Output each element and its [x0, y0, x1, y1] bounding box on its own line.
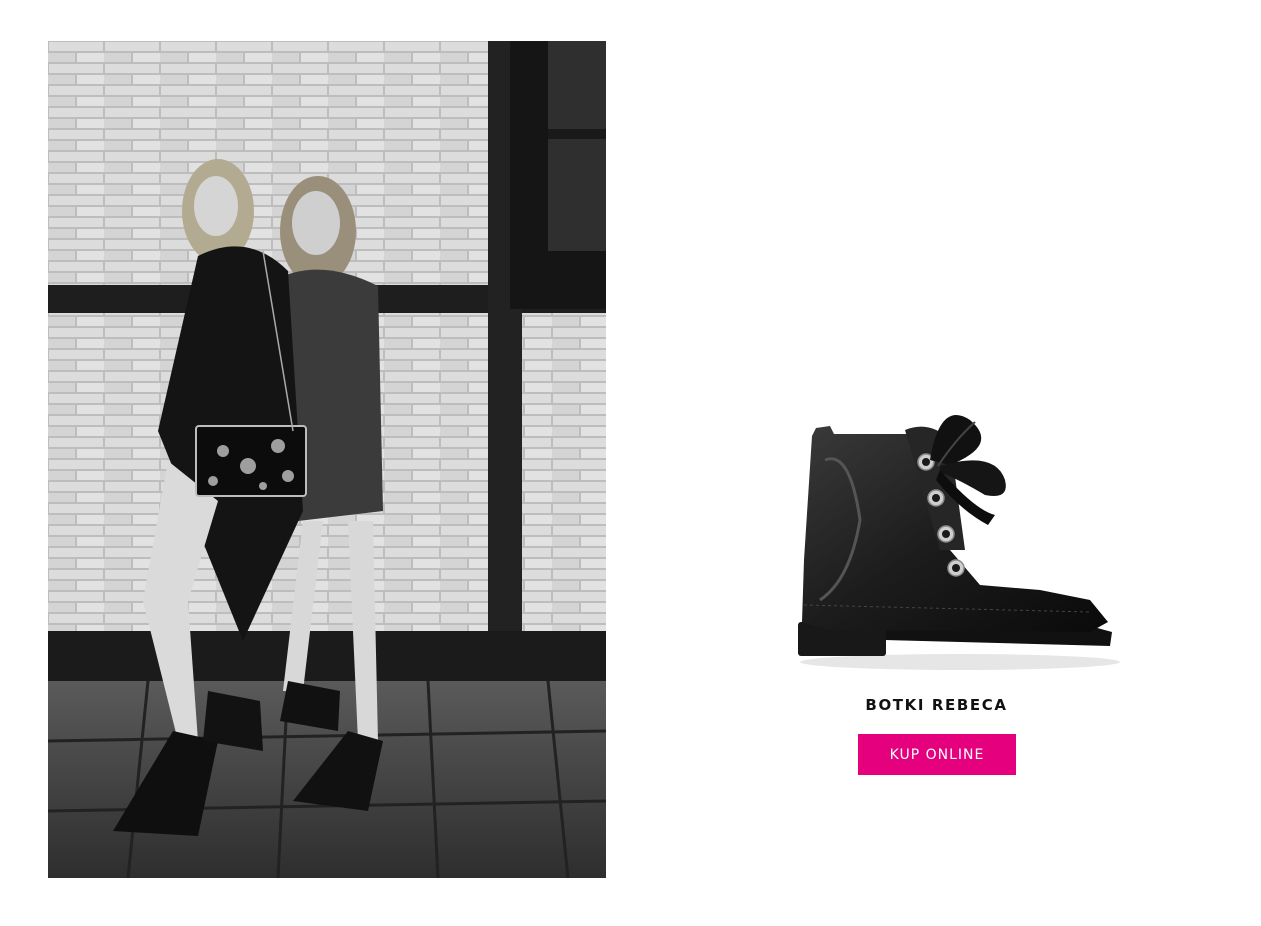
- lifestyle-photo-illustration: [48, 41, 606, 878]
- product-image[interactable]: [790, 400, 1120, 680]
- buy-online-button[interactable]: KUP ONLINE: [858, 734, 1016, 775]
- lifestyle-photo: [48, 41, 606, 878]
- lookbook-page: BOTKI REBECA KUP ONLINE: [0, 0, 1261, 926]
- product-name[interactable]: BOTKI REBECA: [740, 696, 1133, 714]
- boot-icon: [798, 415, 1120, 670]
- product-card: BOTKI REBECA KUP ONLINE: [740, 380, 1140, 800]
